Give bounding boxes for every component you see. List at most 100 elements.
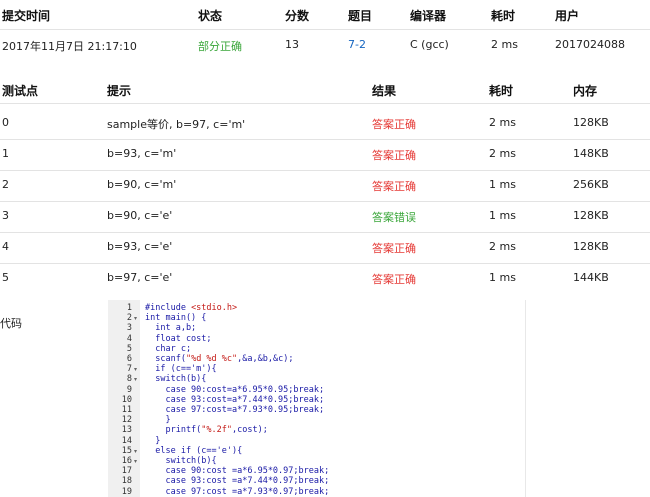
- testcase-time: 1 ms: [489, 209, 516, 222]
- code-line: float cost;: [145, 333, 212, 344]
- col-submit-time: 提交时间: [2, 9, 51, 23]
- col-testcase: 测试点: [2, 84, 39, 98]
- line-number: 7: [126, 364, 132, 375]
- testcase-time: 2 ms: [489, 116, 516, 129]
- code-line: scanf("%d %d %c",&a,&b,&c);: [145, 354, 294, 364]
- line-number: 16: [121, 456, 132, 466]
- col-duration: 耗时: [491, 9, 516, 23]
- code-line: case 90:cost =a*6.95*0.97;break;: [145, 466, 330, 477]
- testcase-result: 答案正确: [372, 180, 416, 193]
- line-number: 15: [121, 445, 132, 456]
- code-line: }: [145, 415, 171, 426]
- code-line: int main() {: [145, 313, 207, 324]
- line-number: 14: [121, 435, 132, 446]
- col-status: 状态: [198, 9, 223, 23]
- col-user: 用户: [555, 9, 580, 23]
- code-line: switch(b){: [145, 374, 207, 385]
- compiler-value: C (gcc): [410, 38, 449, 51]
- divider: [0, 232, 650, 233]
- line-number: 1: [126, 303, 132, 313]
- line-number: 5: [126, 343, 132, 354]
- divider: [0, 139, 650, 140]
- code-line: printf("%.2f",cost);: [145, 425, 268, 436]
- col-result: 结果: [372, 84, 397, 98]
- line-number: 10: [121, 394, 132, 405]
- col-time: 耗时: [489, 84, 514, 98]
- testcase-result: 答案正确: [372, 118, 416, 131]
- divider: [0, 103, 650, 104]
- testcase-result: 答案正确: [372, 242, 416, 255]
- code-line: if (c=='m'){: [145, 364, 217, 375]
- col-hint: 提示: [107, 84, 132, 98]
- testcase-memory: 128KB: [573, 240, 609, 253]
- code-line: else if (c=='e'){: [145, 445, 243, 456]
- divider: [0, 170, 650, 171]
- testcase-hint: sample等价, b=97, c='m': [107, 118, 246, 131]
- code-line: char c;: [145, 343, 192, 354]
- line-number: 9: [126, 384, 132, 395]
- line-number: 3: [126, 323, 132, 334]
- testcase-result: 答案正确: [372, 273, 416, 286]
- testcase-id: 3: [2, 209, 9, 222]
- testcase-hint: b=97, c='e': [107, 271, 173, 284]
- line-number: 13: [121, 425, 132, 436]
- fold-toggle-icon[interactable]: ▾: [134, 448, 137, 455]
- testcase-id: 4: [2, 240, 9, 253]
- line-number: 11: [121, 405, 132, 415]
- code-line: #include <stdio.h>: [145, 303, 238, 313]
- testcase-time: 2 ms: [489, 240, 516, 253]
- fold-toggle-icon[interactable]: ▾: [134, 458, 137, 465]
- fold-toggle-icon[interactable]: ▾: [134, 366, 137, 373]
- code-viewer[interactable]: 1 2 ▾ 3 4 5 6 7 ▾ 8 ▾ 9 10 11 12 13 14 15 ▾ 16 ▾ 17 18 19 #incl…: [108, 300, 526, 497]
- testcase-memory: 128KB: [573, 209, 609, 222]
- testcase-time: 2 ms: [489, 147, 516, 160]
- testcase-memory: 128KB: [573, 116, 609, 129]
- code-line: case 90:cost=a*6.95*0.95;break;: [145, 384, 325, 395]
- duration-value: 2 ms: [491, 38, 518, 51]
- user-link[interactable]: 2017024088: [555, 38, 625, 51]
- testcase-time: 1 ms: [489, 178, 516, 191]
- col-memory: 内存: [573, 84, 598, 98]
- testcase-memory: 148KB: [573, 147, 609, 160]
- code-line: int a,b;: [145, 323, 197, 334]
- testcase-memory: 144KB: [573, 271, 609, 284]
- code-line: switch(b){: [145, 456, 217, 466]
- col-score: 分数: [285, 9, 310, 23]
- fold-toggle-icon[interactable]: ▾: [134, 315, 137, 322]
- testcase-result: 答案错误: [372, 211, 416, 224]
- testcase-id: 2: [2, 178, 9, 191]
- code-label: 代码: [0, 317, 22, 330]
- divider: [0, 201, 650, 202]
- col-compiler: 编译器: [410, 9, 447, 23]
- code-line: case 93:cost =a*7.44*0.97;break;: [145, 476, 330, 487]
- line-number: 12: [121, 415, 132, 426]
- submit-time: 2017年11月7日 21:17:10: [2, 40, 137, 53]
- code-line: case 97:cost =a*7.93*0.97;break;: [145, 486, 330, 497]
- testcase-hint: b=90, c='e': [107, 209, 173, 222]
- line-number: 8: [126, 374, 132, 385]
- problem-link[interactable]: 7-2: [348, 38, 366, 51]
- divider: [0, 263, 650, 264]
- code-line: }: [145, 435, 161, 446]
- testcase-hint: b=93, c='e': [107, 240, 173, 253]
- line-number: 6: [126, 354, 132, 364]
- line-number: 19: [121, 486, 132, 497]
- divider: [0, 29, 650, 30]
- line-number: 4: [126, 333, 132, 344]
- testcase-result: 答案正确: [372, 149, 416, 162]
- line-number: 18: [121, 476, 132, 487]
- testcase-id: 5: [2, 271, 9, 284]
- col-problem: 题目: [348, 9, 373, 23]
- line-number-gutter: 1 2 ▾ 3 4 5 6 7 ▾ 8 ▾ 9 10 11 12 13 14 15 ▾ 16 ▾ 17 18 19: [108, 300, 140, 497]
- line-number: 2: [126, 313, 132, 324]
- status-badge[interactable]: 部分正确: [198, 38, 242, 54]
- code-line: case 93:cost=a*7.44*0.95;break;: [145, 394, 325, 405]
- testcase-memory: 256KB: [573, 178, 609, 191]
- testcase-time: 1 ms: [489, 271, 516, 284]
- score-value: 13: [285, 38, 299, 51]
- testcase-id: 1: [2, 147, 9, 160]
- testcase-id: 0: [2, 116, 9, 129]
- fold-toggle-icon[interactable]: ▾: [134, 376, 137, 383]
- testcase-hint: b=90, c='m': [107, 178, 177, 191]
- code-line: case 97:cost=a*7.93*0.95;break;: [145, 405, 325, 415]
